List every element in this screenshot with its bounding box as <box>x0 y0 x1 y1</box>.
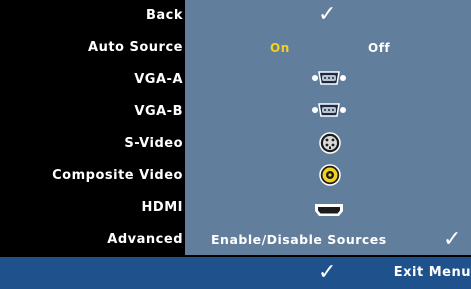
projector-osd-menu: Back Auto Source VGA-A VGA-B S-Video Com… <box>0 0 471 289</box>
exit-menu-label[interactable]: Exit Menu <box>288 263 471 283</box>
auto-source-off-option[interactable]: Off <box>368 40 390 56</box>
menu-item-vga-b[interactable]: VGA-B <box>0 102 183 122</box>
menu-values-panel: ✓ On Off Enable/Disable Sources ✓ <box>185 0 471 255</box>
vga-connector-icon[interactable] <box>311 101 347 123</box>
vga-connector-icon[interactable] <box>311 69 347 91</box>
auto-source-on-option[interactable]: On <box>270 40 290 56</box>
menu-item-hdmi[interactable]: HDMI <box>0 198 183 218</box>
menu-labels-column: Back Auto Source VGA-A VGA-B S-Video Com… <box>0 0 183 255</box>
menu-item-back[interactable]: Back <box>0 6 183 26</box>
svideo-connector-icon[interactable] <box>319 132 341 158</box>
menu-item-auto-source[interactable]: Auto Source <box>0 38 183 58</box>
check-icon: ✓ <box>318 260 337 285</box>
check-icon: ✓ <box>443 227 462 252</box>
hdmi-connector-icon[interactable] <box>314 202 344 221</box>
menu-item-s-video[interactable]: S-Video <box>0 134 183 154</box>
check-icon[interactable]: ✓ <box>318 4 336 26</box>
advanced-enable-disable-sources[interactable]: Enable/Disable Sources <box>211 232 387 248</box>
menu-item-vga-a[interactable]: VGA-A <box>0 70 183 90</box>
exit-menu-bar[interactable]: Exit Menu ✓ <box>0 257 471 289</box>
composite-connector-icon[interactable] <box>319 164 341 190</box>
menu-item-composite-video[interactable]: Composite Video <box>0 166 183 186</box>
menu-item-advanced[interactable]: Advanced <box>0 230 183 250</box>
